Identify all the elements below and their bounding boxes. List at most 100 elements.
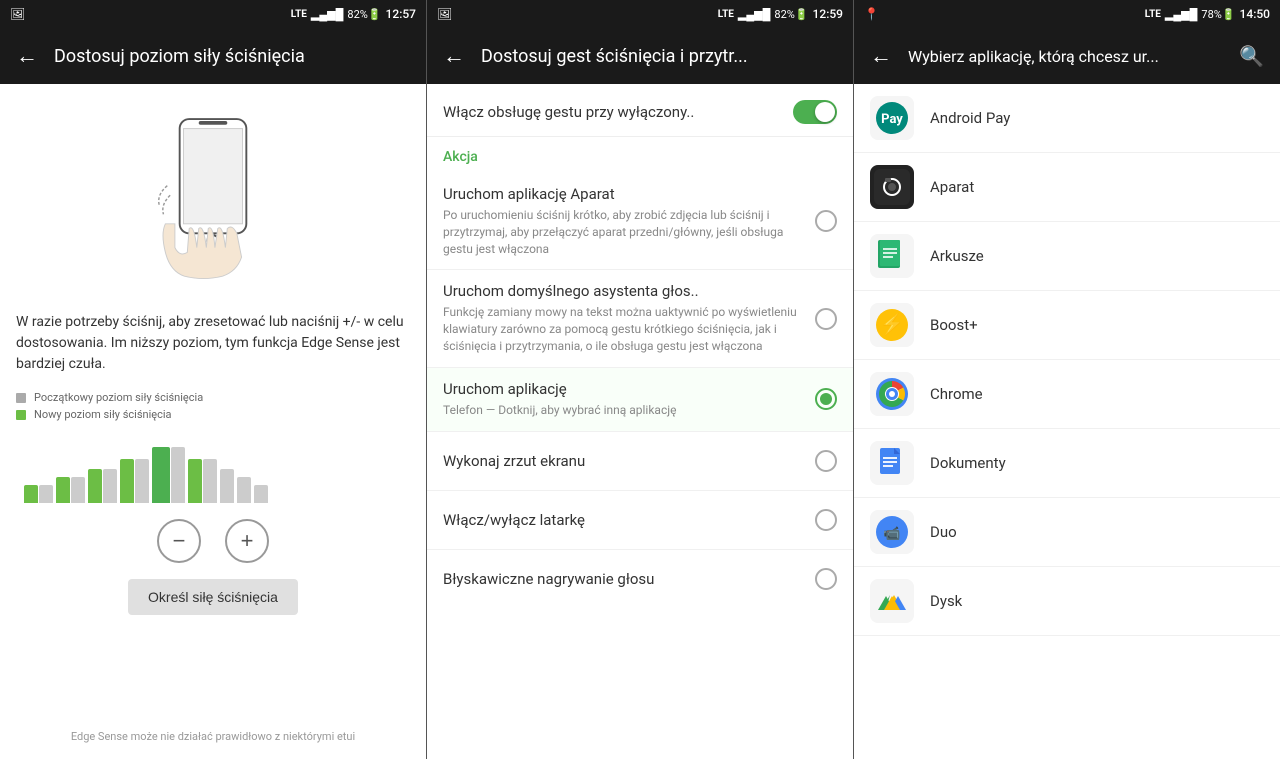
app-name-sheets: Arkusze <box>930 247 984 265</box>
app-name-boost: Boost+ <box>930 316 978 334</box>
bar-6b <box>203 459 217 503</box>
legend-new: Nowy poziom siły ściśnięcia <box>16 408 410 421</box>
toggle-switch[interactable] <box>793 100 837 124</box>
signal-bars-2: ▂▄▆█ <box>738 8 771 21</box>
svg-text:Pay: Pay <box>881 112 903 127</box>
battery-1: 82%🔋 <box>347 8 381 21</box>
radio-camera[interactable] <box>815 210 837 232</box>
signal-bars-1: ▂▄▆█ <box>311 8 344 21</box>
back-button-1[interactable]: ← <box>16 43 38 69</box>
panel2-header: ← Dostosuj gest ściśnięcia i przytr... <box>427 28 853 84</box>
app-item-docs[interactable]: Dokumenty <box>854 429 1280 498</box>
bar-3a <box>88 469 102 503</box>
signal-bars-3: ▂▄▆█ <box>1165 8 1198 21</box>
minus-button[interactable]: − <box>157 519 201 563</box>
time-3: 14:50 <box>1240 7 1270 21</box>
signal-lte-2: LTE <box>718 9 734 20</box>
app-icon-android-pay: Pay <box>870 96 914 140</box>
option-assistant-title: Uruchom domyślnego asystenta głos.. <box>443 282 803 300</box>
radio-inner <box>820 393 832 405</box>
panel-app-picker: ← Wybierz aplikację, którą chcesz ur... … <box>854 28 1280 759</box>
app-name-drive: Dysk <box>930 592 962 610</box>
bar-2b <box>71 477 85 503</box>
app-item-sheets[interactable]: Arkusze <box>854 222 1280 291</box>
notification-icon-2: 🖼 <box>437 7 452 21</box>
option-app-title: Uruchom aplikację <box>443 380 803 398</box>
app-item-duo[interactable]: 📹 Duo <box>854 498 1280 567</box>
svg-text:📹: 📹 <box>883 526 900 542</box>
calibrate-button[interactable]: Określ siłę ściśnięcia <box>128 579 298 615</box>
location-icon: 📍 <box>864 7 879 21</box>
option-app-text: Uruchom aplikację Telefon — Dotknij, aby… <box>443 380 803 419</box>
option-camera-text: Uruchom aplikację Aparat Po uruchomieniu… <box>443 185 803 257</box>
plus-button[interactable]: + <box>225 519 269 563</box>
bar-6a <box>188 459 202 503</box>
panel1-header: ← Dostosuj poziom siły ściśnięcia <box>0 28 426 84</box>
app-name-android-pay: Android Pay <box>930 109 1010 127</box>
option-camera-desc: Po uruchomieniu ściśnij krótko, aby zrob… <box>443 207 803 257</box>
footer-note: Edge Sense może nie działać prawidłowo z… <box>16 730 410 743</box>
radio-assistant[interactable] <box>815 308 837 330</box>
app-name-docs: Dokumenty <box>930 454 1006 472</box>
option-camera[interactable]: Uruchom aplikację Aparat Po uruchomieniu… <box>427 173 853 270</box>
legend-dot-initial <box>16 393 26 403</box>
time-2: 12:59 <box>813 7 843 21</box>
panel3-header: ← Wybierz aplikację, którą chcesz ur... … <box>854 28 1280 84</box>
option-app[interactable]: Uruchom aplikację Telefon — Dotknij, aby… <box>427 368 853 432</box>
app-item-android-pay[interactable]: Pay Android Pay <box>854 84 1280 153</box>
controls: − + <box>16 519 410 563</box>
plus-icon: + <box>241 528 254 554</box>
phone-illustration <box>16 100 410 300</box>
radio-app[interactable] <box>815 388 837 410</box>
option-screenshot-title: Wykonaj zrzut ekranu <box>443 452 585 470</box>
app-icon-drive <box>870 579 914 623</box>
app-item-boost[interactable]: ⚡ Boost+ <box>854 291 1280 360</box>
toggle-knob <box>815 102 835 122</box>
app-name-chrome: Chrome <box>930 385 983 403</box>
toggle-label: Włącz obsługę gestu przy wyłączony.. <box>443 103 793 121</box>
battery-3: 78%🔋 <box>1201 8 1235 21</box>
minus-icon: − <box>173 528 186 554</box>
section-label: Akcja <box>427 137 853 173</box>
app-name-duo: Duo <box>930 523 957 541</box>
bar-chart <box>16 433 410 503</box>
legend-dot-new <box>16 410 26 420</box>
signal-lte-3: LTE <box>1145 9 1161 20</box>
bar-2a <box>56 477 70 503</box>
option-flashlight[interactable]: Włącz/wyłącz latarkę <box>427 491 853 550</box>
signal-lte-1: LTE <box>291 9 307 20</box>
bar-9 <box>254 485 268 503</box>
bar-7 <box>220 469 234 503</box>
app-name-camera: Aparat <box>930 178 974 196</box>
toggle-row: Włącz obsługę gestu przy wyłączony.. <box>427 84 853 137</box>
bar-3b <box>103 469 117 503</box>
back-button-3[interactable]: ← <box>870 43 892 69</box>
bar-1b <box>39 485 53 503</box>
option-assistant-desc: Funkcję zamiany mowy na tekst można uakt… <box>443 304 803 354</box>
option-screenshot[interactable]: Wykonaj zrzut ekranu <box>427 432 853 491</box>
radio-audio[interactable] <box>815 568 837 590</box>
option-audio[interactable]: Błyskawiczne nagrywanie głosu <box>427 550 853 608</box>
panel3-title: Wybierz aplikację, którą chcesz ur... <box>908 47 1223 66</box>
bar-5b <box>171 447 185 503</box>
search-icon[interactable]: 🔍 <box>1239 44 1264 68</box>
app-icon-docs <box>870 441 914 485</box>
option-app-desc: Telefon — Dotknij, aby wybrać inną aplik… <box>443 402 803 419</box>
app-icon-duo: 📹 <box>870 510 914 554</box>
back-button-2[interactable]: ← <box>443 43 465 69</box>
bar-8 <box>237 477 251 503</box>
option-assistant[interactable]: Uruchom domyślnego asystenta głos.. Funk… <box>427 270 853 367</box>
radio-flashlight[interactable] <box>815 509 837 531</box>
app-item-camera[interactable]: Aparat <box>854 153 1280 222</box>
legend-initial: Początkowy poziom siły ściśnięcia <box>16 391 410 404</box>
app-icon-boost: ⚡ <box>870 303 914 347</box>
panel2-scroll[interactable]: Włącz obsługę gestu przy wyłączony.. Akc… <box>427 84 853 759</box>
radio-screenshot[interactable] <box>815 450 837 472</box>
app-item-chrome[interactable]: Chrome <box>854 360 1280 429</box>
legend-label-initial: Początkowy poziom siły ściśnięcia <box>34 391 203 404</box>
app-item-drive[interactable]: Dysk <box>854 567 1280 636</box>
notification-icon-1: 🖼 <box>10 7 25 21</box>
option-audio-title: Błyskawiczne nagrywanie głosu <box>443 570 654 588</box>
app-list[interactable]: Pay Android Pay Aparat <box>854 84 1280 759</box>
time-1: 12:57 <box>386 7 416 21</box>
